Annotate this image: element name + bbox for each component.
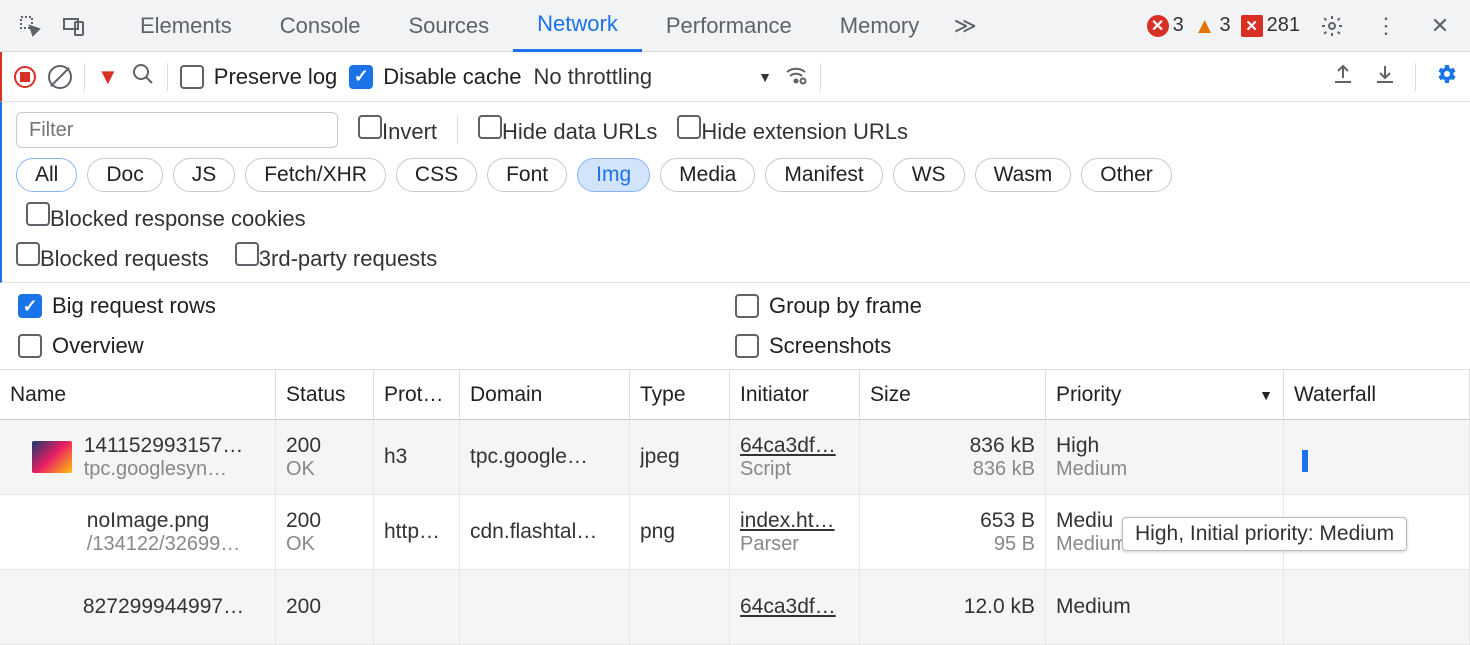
errors-badge[interactable]: ✕3 xyxy=(1147,14,1184,37)
warnings-count: 3 xyxy=(1220,14,1231,37)
initiator-link[interactable]: index.ht… xyxy=(740,509,849,533)
pill-css[interactable]: CSS xyxy=(396,158,477,192)
network-conditions-icon[interactable] xyxy=(784,62,808,92)
waterfall-cell xyxy=(1284,570,1470,644)
inspect-icon[interactable] xyxy=(8,4,52,48)
thumbnail xyxy=(32,441,72,473)
divider xyxy=(457,116,458,144)
initiator-link[interactable]: 64ca3df… xyxy=(740,595,849,619)
col-initiator[interactable]: Initiator xyxy=(730,370,860,419)
pill-ws[interactable]: WS xyxy=(893,158,965,192)
divider xyxy=(84,63,85,91)
warnings-badge[interactable]: ▲3 xyxy=(1194,13,1231,39)
tab-elements[interactable]: Elements xyxy=(116,0,256,52)
filter-toggle-icon[interactable]: ▼ xyxy=(97,64,119,90)
hide-data-urls[interactable]: Hide data URLs xyxy=(478,115,657,145)
invert-checkbox[interactable]: Invert xyxy=(358,115,437,145)
issues-badge[interactable]: ✕281 xyxy=(1241,14,1300,37)
request-name: noImage.png xyxy=(87,509,240,533)
request-name: 141152993157… xyxy=(84,434,244,458)
hide-extension-urls[interactable]: Hide extension URLs xyxy=(677,115,908,145)
pill-js[interactable]: JS xyxy=(173,158,236,192)
tab-memory[interactable]: Memory xyxy=(816,0,943,52)
pill-manifest[interactable]: Manifest xyxy=(765,158,882,192)
download-har-icon[interactable] xyxy=(1373,62,1397,92)
divider xyxy=(167,63,168,91)
initiator-link[interactable]: 64ca3df… xyxy=(740,434,849,458)
tab-performance[interactable]: Performance xyxy=(642,0,816,52)
panel-tabs: Elements Console Sources Network Perform… xyxy=(116,0,987,52)
tab-sources[interactable]: Sources xyxy=(384,0,513,52)
pill-media[interactable]: Media xyxy=(660,158,755,192)
filter-input[interactable] xyxy=(16,112,338,148)
col-size[interactable]: Size xyxy=(860,370,1046,419)
pill-fetch-xhr[interactable]: Fetch/XHR xyxy=(245,158,386,192)
tab-network[interactable]: Network xyxy=(513,0,642,52)
table-row[interactable]: 827299944997… 200 64ca3df… 12.0 kB Mediu… xyxy=(0,570,1470,645)
preserve-log[interactable]: Preserve log xyxy=(180,64,338,90)
group-by-frame[interactable]: Group by frame xyxy=(735,293,1452,319)
col-type[interactable]: Type xyxy=(630,370,730,419)
request-sub: /134122/32699… xyxy=(87,533,240,556)
disable-cache[interactable]: Disable cache xyxy=(349,64,521,90)
priority-tooltip: High, Initial priority: Medium xyxy=(1122,517,1407,551)
third-party-requests[interactable]: 3rd-party requests xyxy=(235,242,438,272)
big-request-rows[interactable]: Big request rows xyxy=(18,293,735,319)
network-settings-icon[interactable] xyxy=(1434,62,1458,92)
pill-doc[interactable]: Doc xyxy=(87,158,162,192)
divider xyxy=(1415,63,1416,91)
pill-all[interactable]: All xyxy=(16,158,77,192)
request-name: 827299944997… xyxy=(83,595,244,619)
record-button[interactable] xyxy=(14,66,36,88)
tab-console[interactable]: Console xyxy=(256,0,385,52)
pill-font[interactable]: Font xyxy=(487,158,567,192)
col-protocol[interactable]: Prot… xyxy=(374,370,460,419)
clear-button[interactable] xyxy=(48,65,72,89)
request-sub: tpc.googlesyn… xyxy=(84,458,244,481)
pill-wasm[interactable]: Wasm xyxy=(975,158,1072,192)
blocked-cookies[interactable]: Blocked response cookies xyxy=(26,202,306,232)
network-toolbar: ▼ Preserve log Disable cache No throttli… xyxy=(0,52,1470,102)
blocked-requests[interactable]: Blocked requests xyxy=(16,242,209,272)
waterfall-cell xyxy=(1284,420,1470,494)
devtools-tabbar: Elements Console Sources Network Perform… xyxy=(0,0,1470,52)
pill-img[interactable]: Img xyxy=(577,158,650,192)
col-domain[interactable]: Domain xyxy=(460,370,630,419)
kebab-icon[interactable]: ⋮ xyxy=(1364,4,1408,48)
col-status[interactable]: Status xyxy=(276,370,374,419)
overview[interactable]: Overview xyxy=(18,333,735,359)
search-icon[interactable] xyxy=(131,62,155,92)
divider xyxy=(820,63,821,91)
table-row[interactable]: 141152993157…tpc.googlesyn… 200OK h3 tpc… xyxy=(0,420,1470,495)
close-icon[interactable]: ✕ xyxy=(1418,4,1462,48)
device-icon[interactable] xyxy=(52,4,96,48)
upload-har-icon[interactable] xyxy=(1331,62,1355,92)
issues-count: 281 xyxy=(1267,14,1300,37)
throttling-select[interactable]: No throttling▼ xyxy=(533,64,771,90)
request-table-header: Name Status Prot… Domain Type Initiator … xyxy=(0,370,1470,420)
col-priority[interactable]: Priority▼ xyxy=(1046,370,1284,419)
gear-icon[interactable] xyxy=(1310,4,1354,48)
more-tabs-icon[interactable]: ≫ xyxy=(943,4,987,48)
pill-other[interactable]: Other xyxy=(1081,158,1172,192)
sort-indicator-icon: ▼ xyxy=(1259,387,1273,403)
screenshots[interactable]: Screenshots xyxy=(735,333,1452,359)
errors-count: 3 xyxy=(1173,14,1184,37)
col-name[interactable]: Name xyxy=(0,370,276,419)
view-options: Big request rows Group by frame Overview… xyxy=(0,283,1470,370)
filter-section: Invert Hide data URLs Hide extension URL… xyxy=(0,102,1470,283)
col-waterfall[interactable]: Waterfall xyxy=(1284,370,1470,419)
